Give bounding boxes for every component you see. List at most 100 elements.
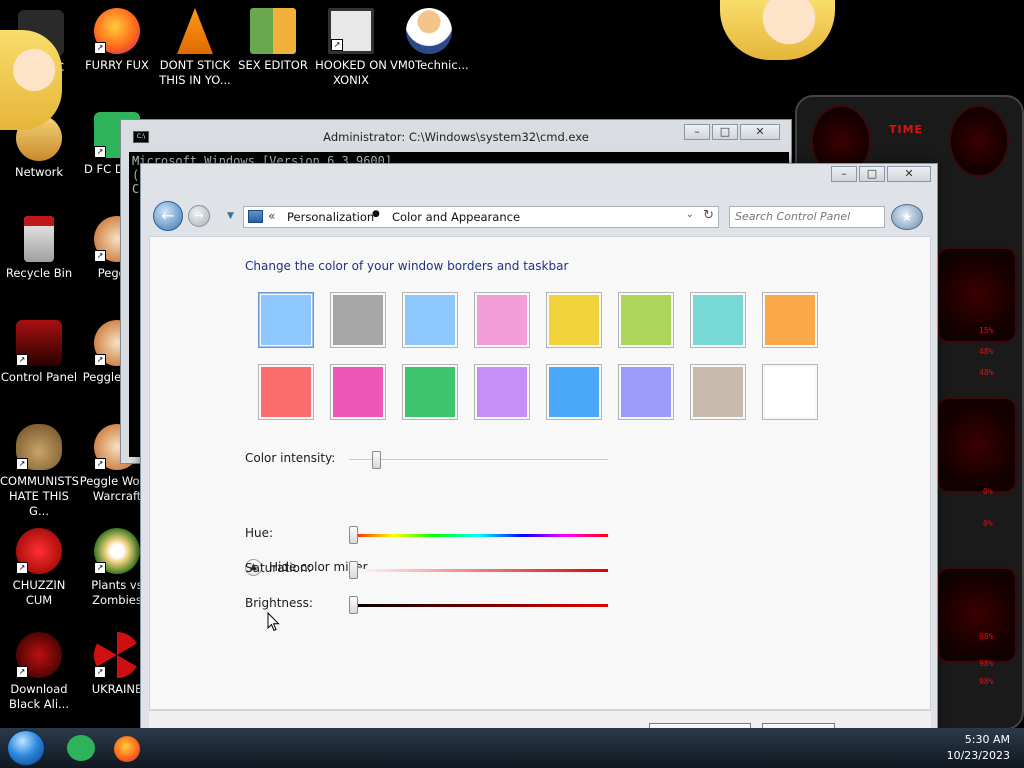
breadcrumb-color-and-appearance[interactable]: Color and Appearance [392,210,520,224]
swatch-gray[interactable] [330,292,386,348]
desktop-icon-furry-fux[interactable]: ↗ FURRY FUX [78,8,156,73]
refresh-icon[interactable]: ↻ [703,208,714,223]
desktop-icon-control-panel[interactable]: ↗ Control Panel [0,320,78,385]
cmd-icon: C:\ [133,131,149,143]
desktop-icon-chuzzin[interactable]: ↗ CHUZZIN CUM [0,528,78,608]
swatch-fill [621,367,671,417]
swatch-violet[interactable] [474,364,530,420]
chuzzle-icon: ↗ [16,528,62,574]
cmd-maximize-button[interactable]: □ [712,124,738,140]
swatch-green[interactable] [402,364,458,420]
widget-readout: 0% [983,487,993,496]
hue-thumb[interactable] [349,526,358,544]
control-panel-icon: ↗ [16,320,62,366]
swatch-fill [693,295,743,345]
color-appearance-content: Change the color of your window borders … [149,236,931,710]
recent-pages-dropdown[interactable]: ▼ [227,211,234,221]
taskbar-firefox-app[interactable] [112,733,142,763]
flower-icon: ↗ [94,528,140,574]
swatch-sky[interactable] [402,292,458,348]
clock-time: 5:30 AM [964,733,1010,746]
forward-button[interactable]: → [188,205,210,227]
desktop-icon-download-black-ali[interactable]: ↗ Download Black Ali... [0,632,78,712]
swatch-taupe[interactable] [690,364,746,420]
swatch-fill [765,367,815,417]
xonix-icon: ↗ [328,8,374,54]
widget-readout: 15% [979,326,994,335]
desktop-icon-vm0technic[interactable]: VM0Technic... [390,8,469,73]
doctor-icon [406,8,452,54]
address-bar[interactable]: « Personalization ● Color and Appearance… [243,206,719,228]
swatch-fill [765,295,815,345]
forward-arrow-icon: → [194,209,204,222]
swatch-magenta[interactable] [330,364,386,420]
notes-icon [67,735,95,761]
color-intensity-label: Color intensity: [245,451,336,465]
taskbar-notes-app[interactable] [64,733,98,763]
mouse-cursor-icon [267,612,280,632]
brightness-thumb[interactable] [349,596,358,614]
swatch-fill [693,367,743,417]
control-panel-icon [248,210,263,223]
color-fan-icon [261,295,311,345]
swatch-blue[interactable] [546,364,602,420]
swatch-periwinkle[interactable] [618,364,674,420]
search-input[interactable]: Search Control Panel [729,206,885,228]
start-button[interactable] [7,730,45,766]
minimize-button[interactable]: – [831,166,857,182]
firefox-icon [114,736,140,762]
color-intensity-thumb[interactable] [371,451,381,469]
recycle-bin-icon [24,216,54,262]
desktop-icon-hooked-on-xonix[interactable]: ↗ HOOKED ON XONIX [312,8,390,88]
widget-readout: 0% [983,519,993,528]
firefox-icon: ↗ [94,8,140,54]
swatch-pink[interactable] [474,292,530,348]
chevron-down-icon[interactable]: ⌄ [686,209,694,220]
swatch-teal[interactable] [690,292,746,348]
swatch-fill [333,295,383,345]
saturation-slider[interactable] [349,561,608,579]
navigation-bar: – □ ✕ ← → ▼ « Personalization ● Color an… [141,164,937,236]
desktop-icon-sex-editor[interactable]: SEX EDITOR [234,8,312,73]
desktop-icon-communists[interactable]: ↗ COMMUNISTS HATE THIS G... [0,424,79,519]
maximize-button[interactable]: □ [859,166,885,182]
swatch-yellow[interactable] [546,292,602,348]
swatch-orange[interactable] [762,292,818,348]
widget-readout: 98% [979,632,994,641]
swatch-red[interactable] [258,364,314,420]
back-button[interactable]: ← [153,201,183,231]
saturation-label: Saturation: [245,561,312,575]
brightness-slider[interactable] [349,596,608,614]
widget-cell [937,567,1017,663]
clock-date: 10/23/2023 [946,749,1010,762]
swatch-fill [405,295,455,345]
system-clock[interactable]: 5:30 AM 10/23/2023 [947,732,1010,764]
breadcrumb-separator-icon[interactable]: ● [372,209,380,219]
vlc-icon [177,8,213,54]
cmd-minimize-button[interactable]: – [684,124,710,140]
hue-slider[interactable] [349,526,608,544]
swatch-custom[interactable] [258,292,314,348]
swatch-fill [261,367,311,417]
taskbar: 5:30 AM 10/23/2023 [0,728,1024,768]
control-panel-window[interactable]: – □ ✕ ← → ▼ « Personalization ● Color an… [140,163,938,759]
close-button[interactable]: ✕ [887,166,931,182]
color-intensity-slider[interactable] [349,451,608,469]
swatch-fill [549,295,599,345]
desktop-icon-dont-stick[interactable]: DONT STICK THIS IN YO... [156,8,234,88]
search-icon[interactable]: ★ [891,204,923,230]
widget-readout: 98% [979,677,994,686]
chevron-left-icon[interactable]: « [268,209,275,223]
hxd-icon [250,8,296,54]
saturation-thumb[interactable] [349,561,358,579]
desktop-icon-recycle-bin[interactable]: Recycle Bin [0,216,78,281]
widget-cell [937,397,1017,493]
cmd-close-button[interactable]: ✕ [740,124,780,140]
swatch-lime[interactable] [618,292,674,348]
radiation-icon: ↗ [94,632,140,678]
swatch-fill [621,295,671,345]
swatch-fill [477,295,527,345]
breadcrumb-personalization[interactable]: Personalization [287,210,374,224]
swatch-white[interactable] [762,364,818,420]
money-bag-icon: ↗ [16,424,62,470]
